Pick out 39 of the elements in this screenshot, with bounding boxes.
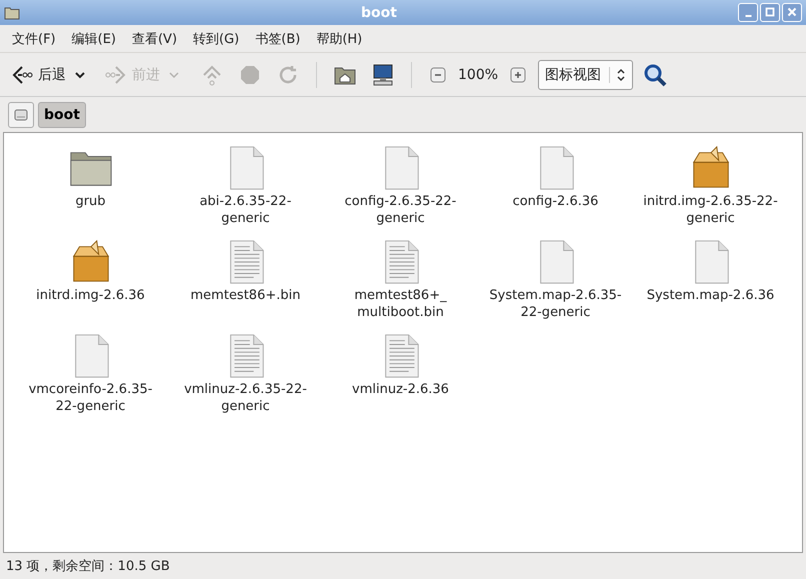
file-name: initrd.img-2.6.35-22- generic xyxy=(643,193,778,227)
zoom-in-icon[interactable] xyxy=(510,66,526,82)
file-name: System.map-2.6.36 xyxy=(646,287,774,304)
close-icon xyxy=(785,5,799,19)
close-button[interactable] xyxy=(782,3,802,22)
menu-item[interactable]: 转到(G) xyxy=(185,30,248,48)
menu-item[interactable]: 编辑(E) xyxy=(64,30,124,48)
drive-button[interactable] xyxy=(8,102,34,128)
file-name: memtest86+_ multiboot.bin xyxy=(354,287,447,321)
status-text: 13 项，剩余空间：10.5 GB xyxy=(5,558,171,576)
menu-item[interactable]: 文件(F) xyxy=(4,30,64,48)
window-title: boot xyxy=(360,4,398,20)
computer-icon[interactable] xyxy=(371,62,395,86)
menu-item[interactable]: 帮助(H) xyxy=(308,30,370,48)
minimize-button[interactable] xyxy=(738,3,758,22)
file-name: grub xyxy=(75,193,106,210)
file-name: initrd.img-2.6.36 xyxy=(36,287,145,304)
menu-item[interactable]: 书签(B) xyxy=(247,30,308,48)
file-name: config-2.6.36 xyxy=(512,193,598,210)
maximize-button[interactable] xyxy=(760,3,780,22)
zoom-level: 100% xyxy=(458,66,498,82)
drive-icon xyxy=(14,108,28,122)
file-name: System.map-2.6.35- 22-generic xyxy=(489,287,622,321)
zoom-out-icon[interactable] xyxy=(430,66,446,82)
file-name: config-2.6.35-22- generic xyxy=(344,193,456,227)
file-name: vmcoreinfo-2.6.35- 22-generic xyxy=(28,381,152,415)
up-down-arrows-icon xyxy=(609,66,626,82)
file-name: vmlinuz-2.6.36 xyxy=(352,381,449,398)
folder-icon xyxy=(4,6,20,20)
file-name: abi-2.6.35-22- generic xyxy=(200,193,292,227)
view-dropdown[interactable]: 图标视图 xyxy=(538,60,634,90)
back-button[interactable]: 后退 xyxy=(8,60,68,88)
path-button[interactable]: boot xyxy=(38,102,86,128)
file-name: memtest86+.bin xyxy=(190,287,300,304)
minimize-icon xyxy=(744,15,752,17)
menu-item[interactable]: 查看(V) xyxy=(124,30,186,48)
search-icon[interactable] xyxy=(643,62,668,86)
maximize-icon xyxy=(763,5,777,19)
file-name: vmlinuz-2.6.35-22- generic xyxy=(184,381,307,415)
